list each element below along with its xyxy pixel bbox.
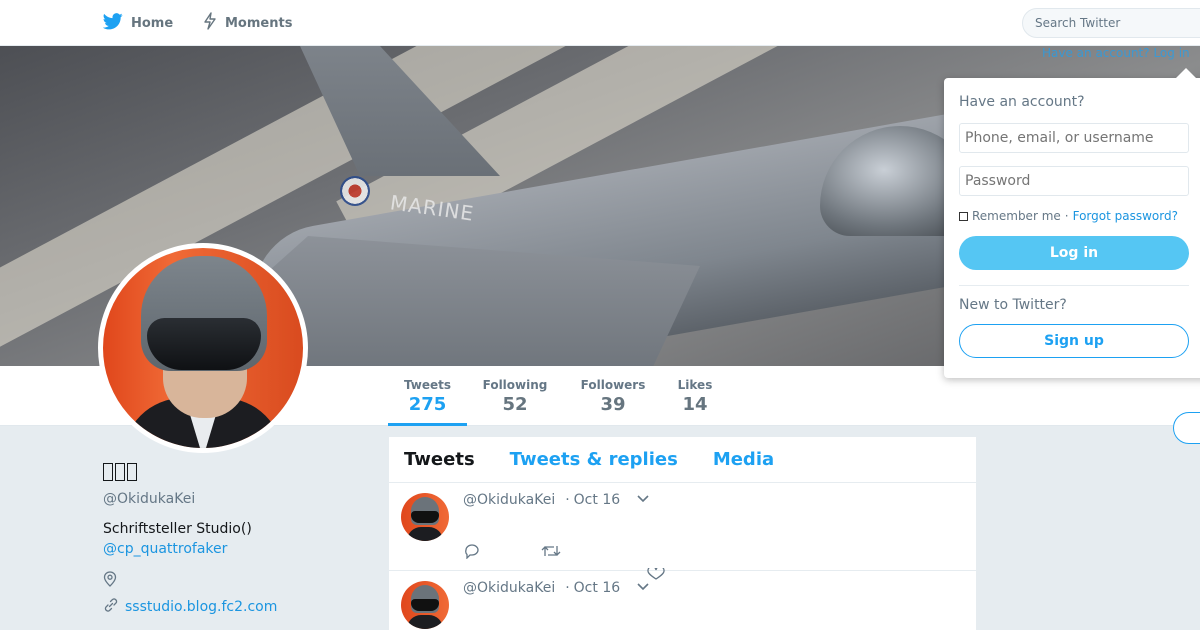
tweet-item[interactable]: @OkidukaKei · Oct 16 — [389, 571, 976, 630]
tab-tweets-replies[interactable]: Tweets & replies — [510, 449, 678, 470]
timeline: Tweets Tweets & replies Media @OkidukaKe… — [389, 437, 976, 630]
password-field[interactable] — [959, 166, 1189, 196]
nav-moments-label: Moments — [225, 15, 293, 31]
profile-card: @OkidukaKei Schriftsteller Studio() @cp_… — [103, 462, 373, 617]
missing-glyph-box — [115, 463, 125, 481]
profile-avatar[interactable] — [98, 243, 308, 453]
lightning-icon — [203, 12, 217, 34]
tweet-avatar[interactable] — [401, 493, 449, 541]
profile-bio-mention-link[interactable]: @cp_quattrofaker — [103, 541, 373, 557]
roundel-icon — [340, 176, 370, 206]
stat-value: 14 — [682, 394, 708, 415]
stat-label: Tweets — [403, 378, 452, 392]
tweet-header: @OkidukaKei · Oct 16 — [463, 580, 650, 596]
login-button[interactable]: Log in — [959, 236, 1189, 270]
tweet-item[interactable]: @OkidukaKei · Oct 16 — [389, 483, 976, 580]
tweet-dot: · — [565, 580, 570, 596]
profile-display-name[interactable] — [103, 462, 373, 488]
forgot-password-link[interactable]: Forgot password? — [1073, 209, 1178, 223]
tweet-handle[interactable]: @OkidukaKei — [463, 492, 555, 508]
remember-row: Remember me · Forgot password? — [959, 209, 1199, 223]
stat-value: 275 — [408, 394, 447, 415]
avatar-suit — [407, 527, 443, 541]
nav-home-link[interactable]: Home — [102, 0, 174, 46]
follow-button[interactable] — [1173, 412, 1200, 444]
tweet-date[interactable]: Oct 16 — [574, 580, 620, 596]
stat-value: 52 — [502, 394, 528, 415]
missing-glyph-box — [127, 463, 137, 481]
website-link[interactable]: ssstudio.blog.fc2.com — [125, 599, 277, 615]
tab-tweets[interactable]: Tweets — [404, 449, 475, 470]
chevron-down-icon[interactable] — [636, 580, 650, 596]
timeline-tabs: Tweets Tweets & replies Media — [389, 437, 976, 483]
stat-tweets[interactable]: Tweets 275 — [388, 378, 467, 426]
stat-label: Likes — [677, 378, 713, 392]
link-icon — [103, 597, 119, 617]
location-row — [103, 571, 373, 587]
tweet-date[interactable]: Oct 16 — [574, 492, 620, 508]
search-input[interactable]: Search Twitter — [1022, 8, 1200, 38]
avatar-suit — [407, 615, 443, 629]
stat-label: Followers — [580, 378, 646, 392]
website-row: ssstudio.blog.fc2.com — [103, 597, 373, 617]
tweet-avatar[interactable] — [401, 581, 449, 629]
tweet-dot: · — [565, 492, 570, 508]
missing-glyph-box — [103, 463, 113, 481]
tweet-actions — [463, 543, 561, 563]
stat-value: 39 — [600, 394, 626, 415]
avatar-visor — [147, 318, 261, 370]
stat-followers[interactable]: Followers 39 — [573, 378, 653, 426]
username-field[interactable] — [959, 123, 1189, 153]
remember-checkbox[interactable] — [959, 211, 968, 221]
avatar-visor — [411, 511, 439, 523]
twitter-bird-icon — [102, 12, 123, 34]
tweet-handle[interactable]: @OkidukaKei — [463, 580, 555, 596]
login-prompt-behind: Have an account? Log in — [1042, 46, 1190, 60]
remember-separator: · — [1064, 209, 1069, 223]
stat-label: Following — [482, 378, 548, 392]
stat-following[interactable]: Following 52 — [475, 378, 555, 426]
avatar-visor — [411, 599, 439, 611]
login-divider — [959, 285, 1189, 286]
login-title: Have an account? — [959, 94, 1085, 110]
stat-likes[interactable]: Likes 14 — [668, 378, 722, 426]
profile-bio: Schriftsteller Studio() — [103, 521, 252, 537]
login-dropdown-caret — [1176, 68, 1196, 78]
chevron-down-icon[interactable] — [636, 492, 650, 508]
top-navigation: Home Moments Search Twitter — [0, 0, 1200, 46]
signup-button[interactable]: Sign up — [959, 324, 1189, 358]
new-to-twitter-label: New to Twitter? — [959, 297, 1067, 313]
remember-label[interactable]: Remember me — [972, 209, 1061, 223]
tab-media[interactable]: Media — [713, 449, 774, 470]
search-placeholder: Search Twitter — [1035, 16, 1121, 30]
reply-icon[interactable] — [463, 543, 481, 563]
login-dropdown: Have an account? Remember me · Forgot pa… — [944, 78, 1200, 378]
nav-home-label: Home — [131, 15, 174, 31]
retweet-icon[interactable] — [541, 543, 561, 563]
profile-handle[interactable]: @OkidukaKei — [103, 491, 373, 507]
location-pin-icon — [103, 571, 117, 591]
tweet-header: @OkidukaKei · Oct 16 — [463, 492, 650, 508]
nav-moments-link[interactable]: Moments — [203, 0, 292, 46]
